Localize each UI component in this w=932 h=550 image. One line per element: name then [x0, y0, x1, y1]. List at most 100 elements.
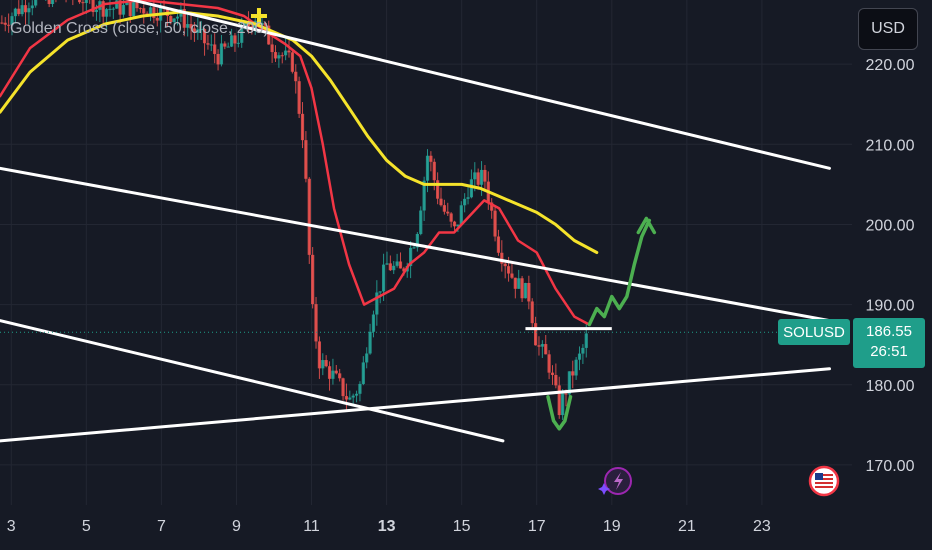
candle-body [506, 266, 511, 274]
candle-body [206, 43, 210, 45]
candle-body [354, 393, 359, 396]
candle-body [17, 8, 21, 15]
candle-body [358, 383, 362, 394]
x-tick-label: 11 [303, 518, 320, 535]
candle-body [517, 278, 521, 289]
candle-body [219, 43, 224, 65]
candle-body [425, 155, 430, 181]
candle-body [280, 55, 284, 57]
candle-body [469, 179, 474, 198]
candle-body [317, 341, 322, 369]
candle-body [327, 366, 332, 379]
x-tick-label: 21 [678, 518, 696, 535]
trendline-3[interactable] [0, 319, 505, 443]
candle-body [547, 354, 551, 373]
x-tick-label: 23 [753, 518, 771, 535]
candle-body [537, 345, 541, 347]
candle-body [277, 55, 281, 59]
candle-body [419, 210, 423, 234]
candle-body [513, 277, 517, 289]
candle-body [341, 378, 345, 397]
candle-body [3, 22, 7, 25]
candle-body [459, 205, 463, 225]
candle-body [20, 5, 24, 15]
candle-body [550, 372, 555, 375]
symbol-label: SOLUSD [778, 319, 850, 345]
candle-body [307, 178, 311, 255]
candle-body [297, 81, 301, 114]
x-tick-label: 13 [378, 518, 396, 535]
candle-body [523, 282, 528, 299]
candle-body [466, 197, 470, 199]
candle-body [121, 4, 126, 15]
x-tick-label: 15 [453, 518, 471, 535]
candle-body [294, 71, 298, 82]
x-tick-label: 7 [157, 518, 166, 535]
candle-body [463, 198, 467, 206]
candle-body [432, 161, 436, 181]
candle-body [496, 236, 501, 253]
trendline-4[interactable] [0, 367, 831, 443]
candle-body [476, 172, 480, 185]
candle-body [270, 44, 274, 53]
candle-body [412, 247, 416, 249]
y-tick-label: 200.00 [866, 217, 915, 234]
candle-body [236, 42, 240, 44]
candle-body [175, 16, 180, 19]
currency-button[interactable]: USD [858, 8, 918, 50]
candle-body [216, 53, 220, 65]
candle-body [27, 8, 31, 13]
candle-body [304, 140, 308, 179]
candle-body [540, 344, 544, 347]
x-tick-label: 5 [82, 518, 91, 535]
projection-arrow-path[interactable] [587, 218, 652, 327]
candle-body [554, 374, 558, 386]
candle-body [361, 362, 365, 384]
candle-body [331, 370, 335, 379]
candle-body [23, 5, 28, 13]
candle-body [300, 113, 305, 141]
x-tick-label: 3 [7, 518, 16, 535]
candle-body [223, 43, 227, 47]
candle-body [533, 323, 538, 346]
fast-moving-average-line[interactable] [0, 0, 591, 326]
last-price-value: 186.55 [866, 323, 912, 340]
candle-body [77, 0, 82, 3]
y-tick-label: 190.00 [866, 298, 915, 315]
candle-body [348, 397, 352, 400]
candle-body [314, 304, 318, 342]
trendline-2[interactable] [0, 166, 831, 323]
slow-moving-average-line[interactable] [0, 10, 599, 254]
candle-body [392, 265, 396, 271]
candle-body [50, 0, 55, 4]
candle-body [34, 0, 38, 6]
candle-body [94, 9, 99, 13]
candle-body [388, 263, 392, 271]
candle-body [442, 205, 446, 212]
price-chart[interactable]: 170.00 180.00 190.00 200.00 210.00 220.00 3 5 7 9… [0, 0, 932, 550]
candle-body [108, 8, 112, 10]
candle-body [530, 301, 534, 324]
candle-body [439, 198, 443, 206]
us-flag-icon[interactable] [808, 465, 840, 497]
candle-body [81, 2, 85, 4]
candle-body [581, 347, 585, 354]
candle-body [324, 360, 328, 367]
candle-body [493, 210, 497, 237]
candle-body [290, 52, 294, 72]
candle-body [577, 353, 582, 360]
indicator-legend[interactable]: Golden Cross (close, 50, close, 200) [10, 20, 269, 38]
candle-body [226, 46, 230, 48]
candle-body [385, 263, 389, 265]
candle-body [483, 169, 487, 182]
candle-body [378, 291, 382, 293]
candle-body [311, 254, 315, 305]
candle-body [368, 331, 372, 354]
x-tick-label: 9 [232, 518, 241, 535]
candle-body [557, 385, 561, 416]
candle-body [142, 8, 146, 14]
flag-canton [815, 473, 823, 480]
candle-body [544, 344, 548, 355]
candle-body [13, 8, 17, 17]
candle-body [564, 393, 568, 395]
